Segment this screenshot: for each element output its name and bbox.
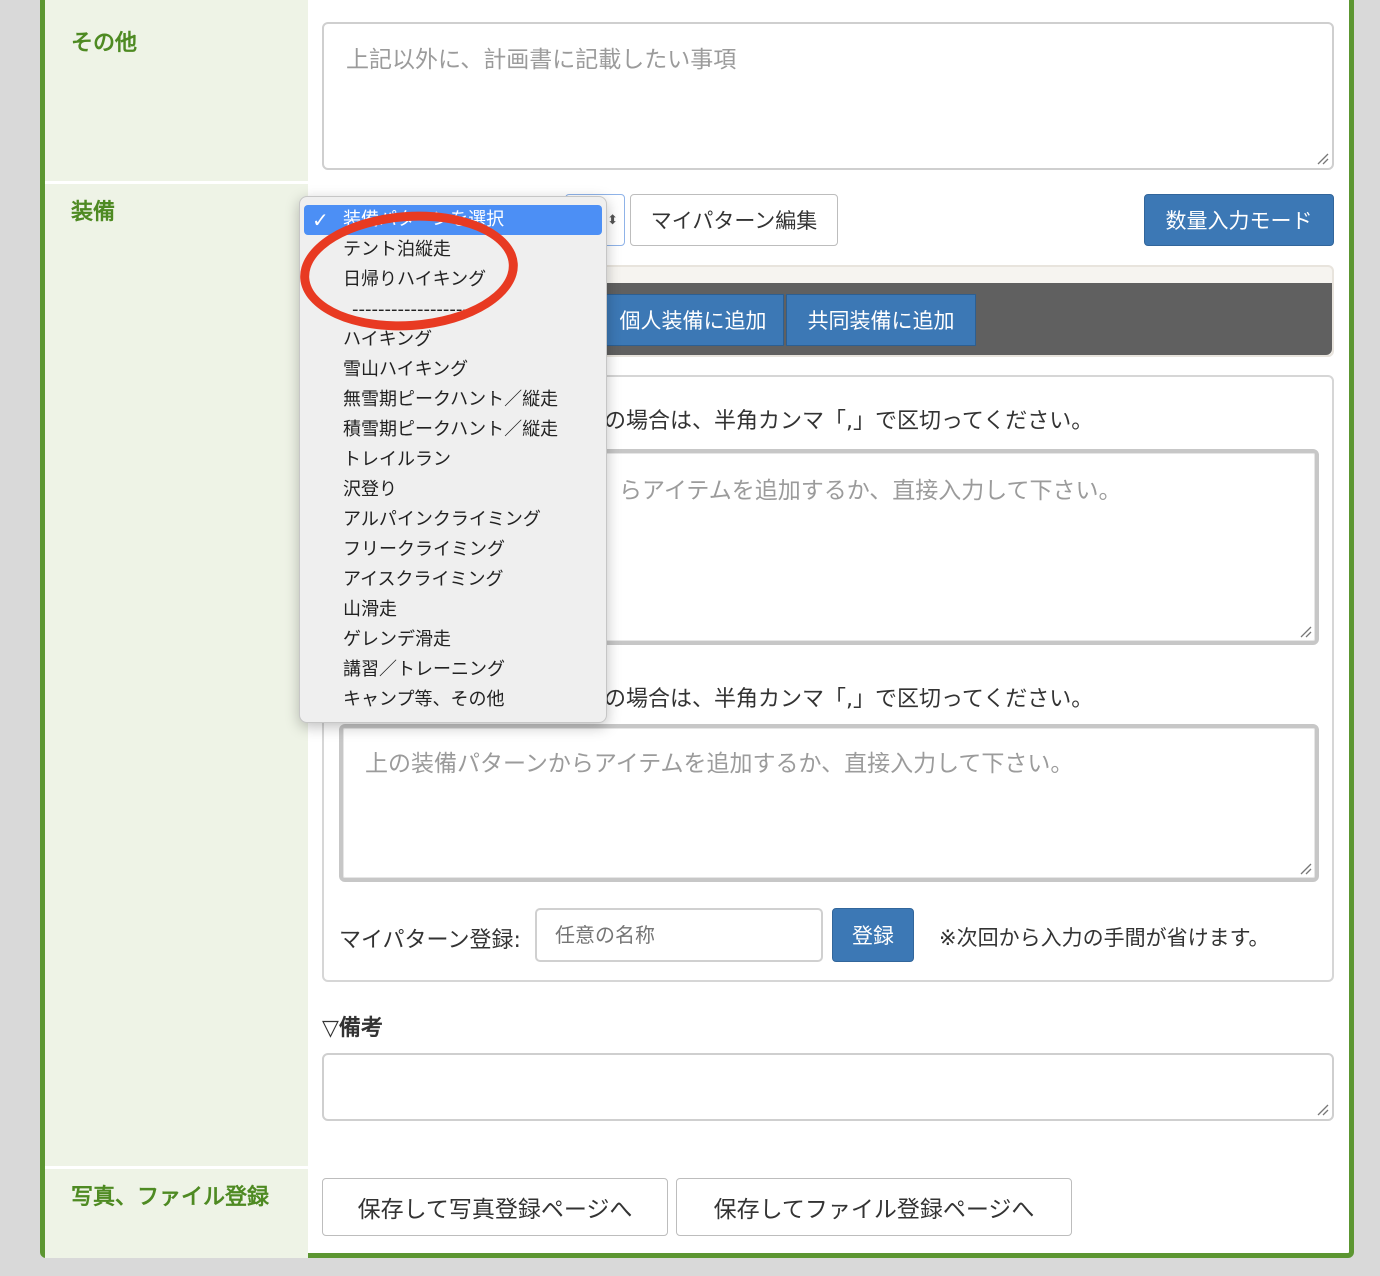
save-photo-button[interactable]: 保存して写真登録ページへ [322,1178,668,1236]
resize-grip-icon[interactable] [1315,1102,1329,1116]
other-placeholder: 上記以外に、計画書に記載したい事項 [346,47,737,73]
row-other: その他 上記以外に、計画書に記載したい事項 [45,0,1349,181]
shared-equipment-textarea[interactable]: 上の装備パターンからアイテムを追加するか、直接入力して下さい。 [339,724,1319,882]
resize-grip-icon[interactable] [1315,151,1329,165]
textarea2-placeholder: 上の装備パターンからアイテムを追加するか、直接入力して下さい。 [365,751,1074,777]
add-personal-button[interactable]: 個人装備に追加 [602,294,784,346]
resize-grip-icon[interactable] [1298,861,1312,875]
label-files: 写真、ファイル登録 [45,1169,308,1258]
remarks-heading: ▽備考 [322,1016,383,1041]
save-file-button[interactable]: 保存してファイル登録ページへ [676,1178,1072,1236]
dropdown-option[interactable]: ハイキング [300,325,606,355]
my-pattern-register-label: マイパターン登録: [339,928,521,953]
dropdown-option[interactable]: 雪山ハイキング [300,355,606,385]
dropdown-option[interactable]: 無雪期ピークハント／縦走 [300,385,606,415]
dropdown-option[interactable]: アイスクライミング [300,565,606,595]
add-shared-button[interactable]: 共同装備に追加 [786,294,976,346]
quantity-mode-button[interactable]: 数量入力モード [1144,194,1334,246]
remarks-textarea[interactable] [322,1053,1334,1121]
dropdown-option[interactable]: キャンプ等、その他 [300,685,606,715]
register-button[interactable]: 登録 [832,908,914,962]
label-equipment: 装備 [45,184,308,1166]
hint-text-1: の場合は、半角カンマ「,」で区切ってください。 [604,409,1094,434]
dropdown-option[interactable]: 沢登り [300,475,606,505]
checkmark-icon: ✓ [312,208,329,232]
textarea1-placeholder: らアイテムを追加するか、直接入力して下さい。 [619,478,1122,504]
dropdown-option[interactable]: ゲレンデ滑走 [300,625,606,655]
label-other: その他 [45,0,308,181]
register-note: ※次回から入力の手間が省けます。 [939,926,1270,950]
resize-grip-icon[interactable] [1298,624,1312,638]
my-pattern-name-input[interactable] [535,908,823,962]
other-textarea[interactable]: 上記以外に、計画書に記載したい事項 [322,22,1334,170]
dropdown-option[interactable]: 積雪期ピークハント／縦走 [300,415,606,445]
row-files: 写真、ファイル登録 保存して写真登録ページへ 保存してファイル登録ページへ [45,1169,1349,1258]
form-frame: その他 上記以外に、計画書に記載したい事項 装備 ⬍ マイパターン編集 数量入力… [40,0,1354,1258]
dropdown-option[interactable]: アルパインクライミング [300,505,606,535]
dropdown-option[interactable]: 講習／トレーニング [300,655,606,685]
hint-text-2: の場合は、半角カンマ「,」で区切ってください。 [604,687,1094,712]
dropdown-option[interactable]: 山滑走 [300,595,606,625]
my-pattern-edit-button[interactable]: マイパターン編集 [630,194,838,246]
row-equipment: 装備 ⬍ マイパターン編集 数量入力モード 個人装備に追加 共同装備に追加 の場… [45,184,1349,1166]
select-arrows-icon: ⬍ [607,212,618,228]
dropdown-option[interactable]: フリークライミング [300,535,606,565]
dropdown-option[interactable]: トレイルラン [300,445,606,475]
